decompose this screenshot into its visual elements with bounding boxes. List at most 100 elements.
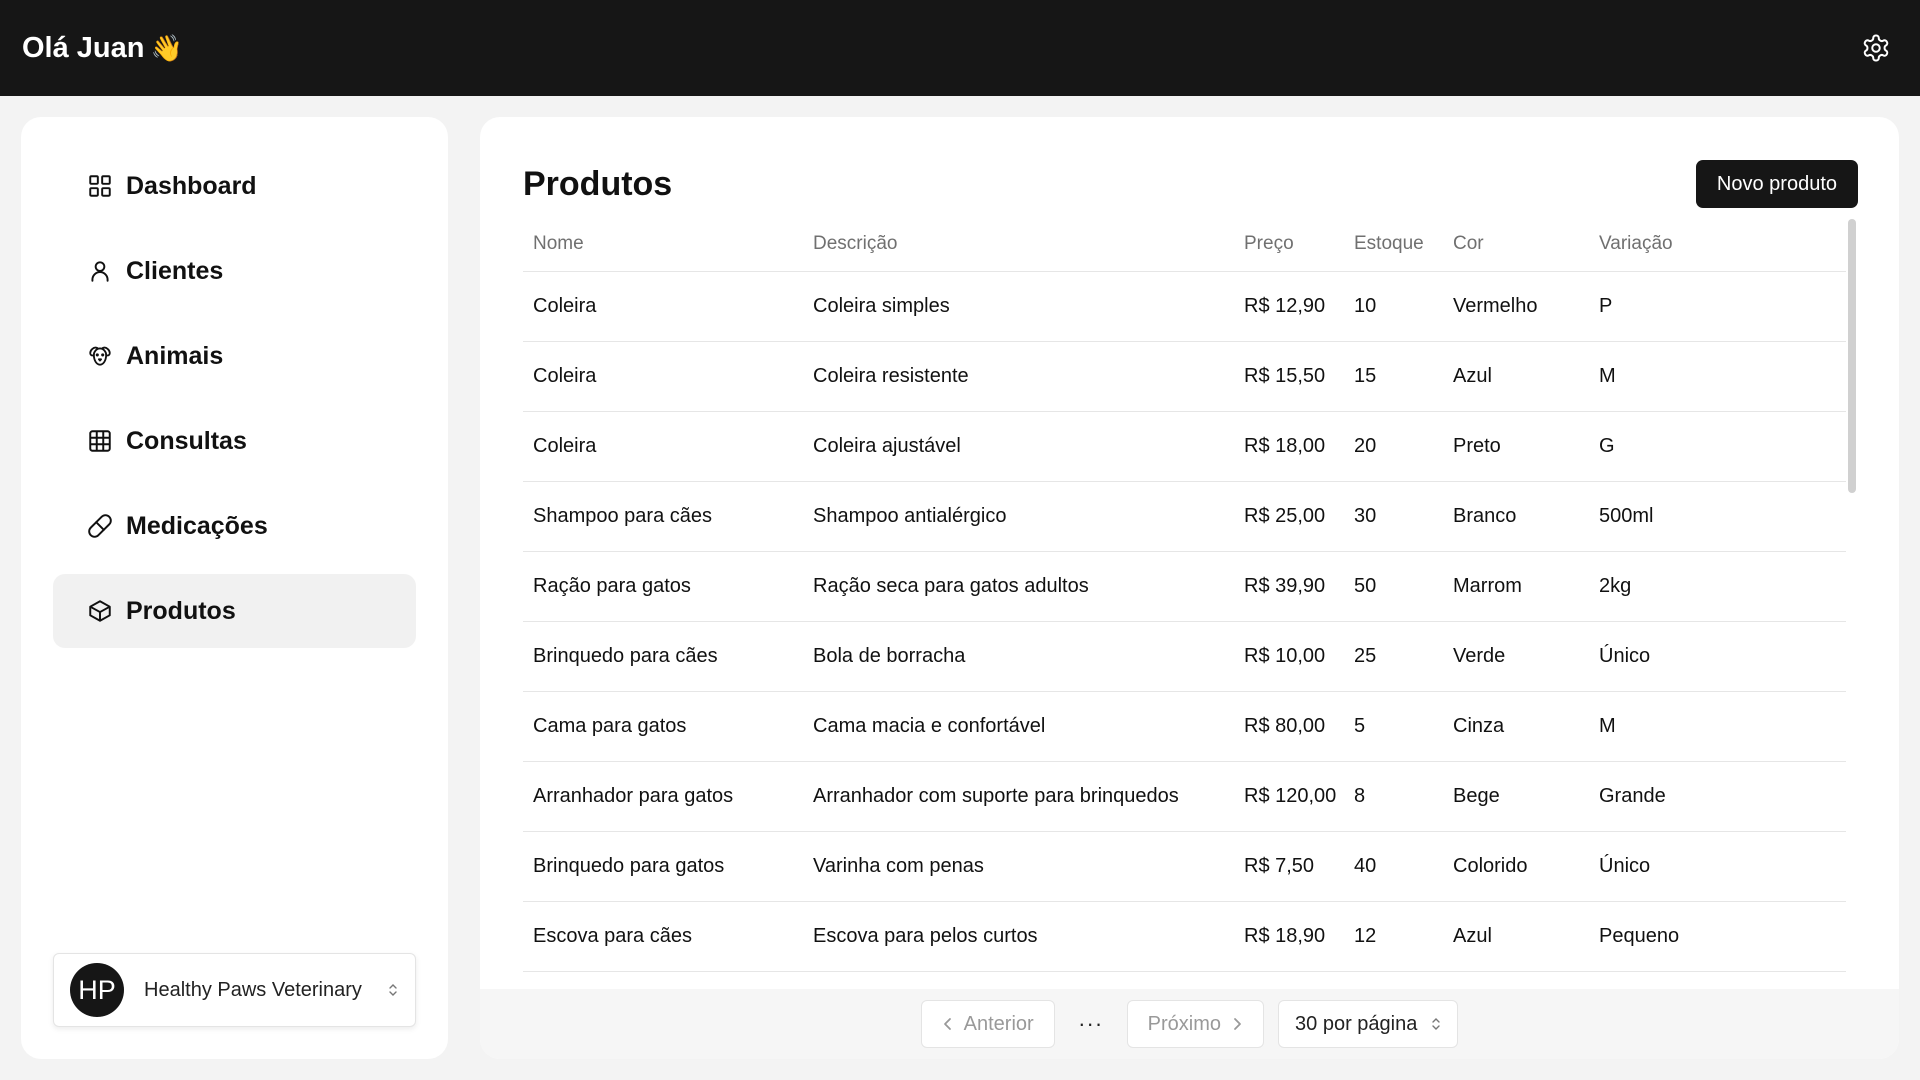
previous-page-button[interactable]: Anterior xyxy=(920,1000,1055,1048)
cell-variacao: Grande xyxy=(1589,761,1846,832)
cell-descricao: Escova para pelos curtos xyxy=(803,901,1234,972)
cell-descricao: Varinha com penas xyxy=(803,831,1234,902)
cell-variacao: Pequeno xyxy=(1589,901,1846,972)
sidebar-item-label: Clientes xyxy=(126,256,224,285)
sidebar-item-consultas[interactable]: Consultas xyxy=(53,404,416,478)
sidebar-item-dashboard[interactable]: Dashboard xyxy=(53,149,416,223)
cell-preco: R$ 18,90 xyxy=(1234,901,1344,972)
table-scrollbar[interactable] xyxy=(1846,217,1856,989)
cell-estoque: 12 xyxy=(1344,901,1443,972)
products-table: Nome Descrição Preço Estoque Cor Variaçã… xyxy=(523,217,1846,972)
table-row[interactable]: Coleira Coleira resistente R$ 15,50 15 A… xyxy=(523,341,1846,412)
cell-preco: R$ 15,50 xyxy=(1234,341,1344,412)
avatar: HP xyxy=(70,963,124,1017)
sidebar-item-label: Produtos xyxy=(126,596,236,625)
pill-icon xyxy=(86,512,114,540)
chevron-updown-icon xyxy=(388,982,398,998)
cell-nome: Coleira xyxy=(523,341,803,412)
cell-cor: Vermelho xyxy=(1443,271,1589,342)
table-row[interactable]: Brinquedo para cães Bola de borracha R$ … xyxy=(523,621,1846,692)
cell-cor: Branco xyxy=(1443,481,1589,552)
sidebar-item-label: Consultas xyxy=(126,426,247,455)
user-icon xyxy=(86,257,114,285)
cell-preco: R$ 80,00 xyxy=(1234,691,1344,762)
clinic-switcher[interactable]: HP Healthy Paws Veterinary xyxy=(53,953,416,1027)
cell-cor: Preto xyxy=(1443,411,1589,482)
cell-estoque: 40 xyxy=(1344,831,1443,902)
cell-variacao: Único xyxy=(1589,621,1846,692)
cell-estoque: 15 xyxy=(1344,341,1443,412)
settings-button[interactable] xyxy=(1858,30,1894,66)
cell-cor: Azul xyxy=(1443,341,1589,412)
cell-preco: R$ 12,90 xyxy=(1234,271,1344,342)
cell-nome: Shampoo para cães xyxy=(523,481,803,552)
main-panel: Produtos Novo produto Nome Descrição Pre… xyxy=(480,117,1899,1059)
cell-variacao: 500ml xyxy=(1589,481,1846,552)
column-header-variacao: Variação xyxy=(1589,217,1846,272)
cell-nome: Coleira xyxy=(523,271,803,342)
cell-descricao: Coleira resistente xyxy=(803,341,1234,412)
column-header-nome: Nome xyxy=(523,217,803,272)
table-row[interactable]: Arranhador para gatos Arranhador com sup… xyxy=(523,761,1846,832)
cell-nome: Ração para gatos xyxy=(523,551,803,622)
cell-cor: Verde xyxy=(1443,621,1589,692)
table-row[interactable]: Coleira Coleira ajustável R$ 18,00 20 Pr… xyxy=(523,411,1846,482)
cell-variacao: Único xyxy=(1589,831,1846,902)
column-header-preco: Preço xyxy=(1234,217,1344,272)
table-row[interactable]: Coleira Coleira simples R$ 12,90 10 Verm… xyxy=(523,271,1846,342)
cell-estoque: 10 xyxy=(1344,271,1443,342)
chevron-right-icon xyxy=(1234,1018,1241,1030)
cell-cor: Cinza xyxy=(1443,691,1589,762)
sidebar-item-label: Medicações xyxy=(126,511,268,540)
cell-preco: R$ 39,90 xyxy=(1234,551,1344,622)
chevron-updown-icon xyxy=(1432,1018,1441,1030)
cell-estoque: 8 xyxy=(1344,761,1443,832)
sidebar-item-label: Dashboard xyxy=(126,171,257,200)
grid-icon xyxy=(86,172,114,200)
cell-nome: Arranhador para gatos xyxy=(523,761,803,832)
cell-nome: Escova para cães xyxy=(523,901,803,972)
table-row[interactable]: Cama para gatos Cama macia e confortável… xyxy=(523,691,1846,762)
cell-descricao: Bola de borracha xyxy=(803,621,1234,692)
table-row[interactable]: Brinquedo para gatos Varinha com penas R… xyxy=(523,831,1846,902)
table-row[interactable]: Shampoo para cães Shampoo antialérgico R… xyxy=(523,481,1846,552)
cell-variacao: M xyxy=(1589,341,1846,412)
sidebar-item-produtos[interactable]: Produtos xyxy=(53,574,416,648)
table-row[interactable]: Ração para gatos Ração seca para gatos a… xyxy=(523,551,1846,622)
greeting: Olá Juan 👋 xyxy=(22,32,183,65)
cell-estoque: 5 xyxy=(1344,691,1443,762)
cell-descricao: Cama macia e confortável xyxy=(803,691,1234,762)
cell-preco: R$ 7,50 xyxy=(1234,831,1344,902)
chevron-left-icon xyxy=(943,1018,951,1030)
sidebar-item-label: Animais xyxy=(126,341,224,370)
table-header-row: Nome Descrição Preço Estoque Cor Variaçã… xyxy=(523,217,1846,272)
cell-cor: Marrom xyxy=(1443,551,1589,622)
previous-label: Anterior xyxy=(963,1012,1034,1035)
cell-estoque: 20 xyxy=(1344,411,1443,482)
calendar-grid-icon xyxy=(86,427,114,455)
column-header-estoque: Estoque xyxy=(1344,217,1443,272)
cell-estoque: 30 xyxy=(1344,481,1443,552)
new-product-button[interactable]: Novo produto xyxy=(1695,160,1858,208)
scrollbar-thumb[interactable] xyxy=(1848,219,1856,493)
table-row[interactable]: Escova para cães Escova para pelos curto… xyxy=(523,901,1846,972)
column-header-descricao: Descrição xyxy=(803,217,1234,272)
cell-preco: R$ 120,00 xyxy=(1234,761,1344,832)
dog-icon xyxy=(86,342,114,370)
pagination-ellipsis: ··· xyxy=(1078,1011,1104,1036)
cell-variacao: P xyxy=(1589,271,1846,342)
cell-estoque: 25 xyxy=(1344,621,1443,692)
box-icon xyxy=(86,597,114,625)
page-title: Produtos xyxy=(523,164,673,203)
products-table-container[interactable]: Nome Descrição Preço Estoque Cor Variaçã… xyxy=(523,217,1846,989)
sidebar-item-animais[interactable]: Animais xyxy=(53,319,416,393)
next-page-button[interactable]: Próximo xyxy=(1126,1000,1265,1048)
per-page-select[interactable]: 30 por página xyxy=(1278,1000,1459,1048)
wave-emoji: 👋 xyxy=(150,32,183,63)
next-label: Próximo xyxy=(1147,1012,1222,1035)
cell-descricao: Ração seca para gatos adultos xyxy=(803,551,1234,622)
cell-cor: Colorido xyxy=(1443,831,1589,902)
sidebar-item-clientes[interactable]: Clientes xyxy=(53,234,416,308)
sidebar-item-medicacoes[interactable]: Medicações xyxy=(53,489,416,563)
main-header: Produtos Novo produto xyxy=(523,159,1858,209)
